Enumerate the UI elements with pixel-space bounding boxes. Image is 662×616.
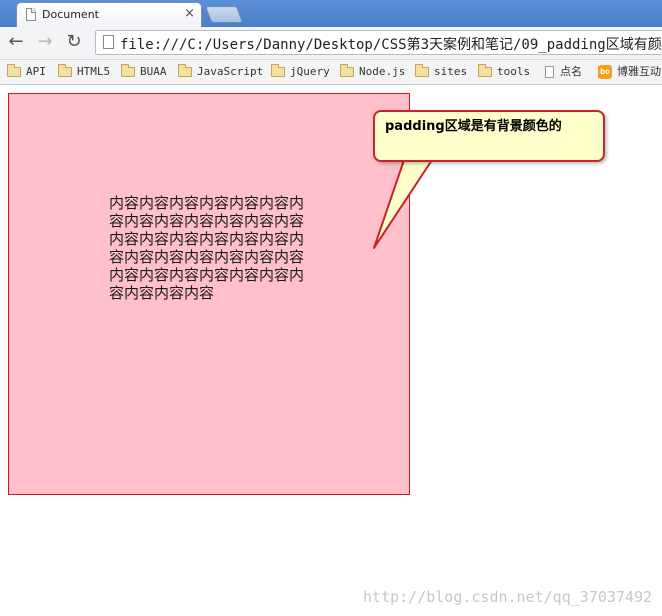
bookmark-label: jQuery	[290, 65, 330, 78]
bookmark-dianming[interactable]: 点名	[545, 63, 582, 81]
bookmark-label: 博雅互动	[617, 65, 661, 78]
padded-content-box: 内容内容内容内容内容内容内容内容内容内容内容内容内容内容内容内容内容内容内容内容…	[8, 93, 410, 495]
bookmark-buaa[interactable]: BUAA	[121, 63, 167, 81]
browser-toolbar: ← → ↻ file:///C:/Users/Danny/Desktop/CSS…	[0, 27, 662, 60]
forward-arrow-icon[interactable]: →	[35, 32, 55, 52]
bookmark-label: sites	[434, 65, 468, 78]
bookmark-api[interactable]: API	[7, 63, 46, 81]
folder-icon	[478, 64, 492, 77]
bookmark-label: JavaScript	[197, 65, 264, 78]
callout-pointer	[373, 159, 433, 249]
address-bar[interactable]: file:///C:/Users/Danny/Desktop/CSS第3天案例和…	[95, 30, 662, 55]
callout-text: padding区域是有背景颜色的	[385, 119, 562, 134]
bookmark-label: Node.js	[359, 65, 406, 78]
page-icon	[545, 66, 554, 78]
new-tab-button[interactable]	[204, 6, 244, 23]
bookmark-sites[interactable]: sites	[415, 63, 467, 81]
bookmark-jquery[interactable]: jQuery	[271, 63, 330, 81]
folder-icon	[58, 64, 72, 77]
bookmark-label: HTML5	[77, 65, 111, 78]
close-icon[interactable]: ×	[184, 6, 195, 21]
url-text: file:///C:/Users/Danny/Desktop/CSS第3天案例和…	[120, 37, 662, 53]
folder-icon	[415, 64, 429, 77]
folder-icon	[178, 64, 192, 77]
folder-icon	[271, 64, 285, 77]
bookmark-label: API	[26, 65, 46, 78]
tab-title: Document	[42, 8, 99, 21]
folder-icon	[340, 64, 354, 77]
content-text: 内容内容内容内容内容内容内容内容内容内容内容内容内容内容内容内容内容内容内容内容…	[109, 194, 305, 302]
tab-document[interactable]: Document ×	[16, 2, 202, 27]
page-icon	[103, 35, 114, 49]
document-icon	[26, 8, 36, 21]
back-arrow-icon[interactable]: ←	[6, 32, 26, 52]
bookmark-label: 点名	[560, 65, 582, 78]
bookmark-nodejs[interactable]: Node.js	[340, 63, 405, 81]
folder-icon	[7, 64, 21, 77]
bookmark-boya[interactable]: bo 博雅互动	[598, 63, 661, 81]
watermark: http://blog.csdn.net/qq_37037492	[363, 588, 652, 606]
reload-icon[interactable]: ↻	[64, 32, 84, 52]
bookmarks-bar: API HTML5 BUAA JavaScript jQuery Node.js…	[0, 60, 662, 85]
bookmark-label: BUAA	[140, 65, 167, 78]
bookmark-javascript[interactable]: JavaScript	[178, 63, 263, 81]
bookmark-tools[interactable]: tools	[478, 63, 530, 81]
tab-strip: Document ×	[0, 0, 662, 27]
bookmark-label: tools	[497, 65, 531, 78]
folder-icon	[121, 64, 135, 77]
bookmark-html5[interactable]: HTML5	[58, 63, 110, 81]
callout-bubble: padding区域是有背景颜色的	[373, 110, 605, 162]
app-badge-icon: bo	[598, 65, 612, 79]
